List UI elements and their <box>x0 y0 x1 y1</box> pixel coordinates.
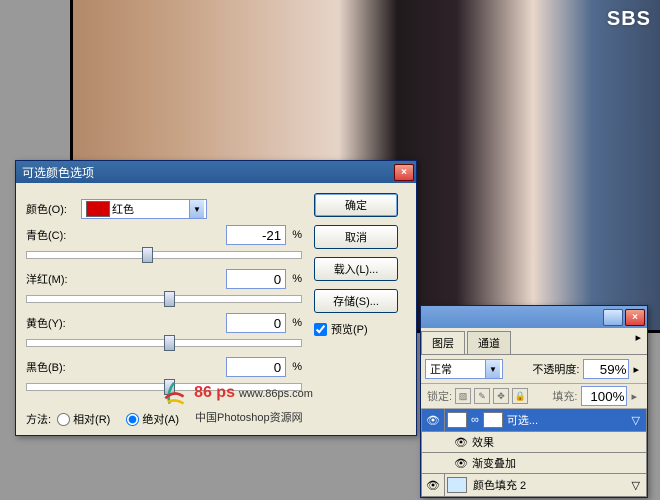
colors-label: 颜色(O): <box>26 201 81 217</box>
effects-label: 效果 <box>472 434 494 450</box>
panel-title <box>427 310 601 324</box>
magenta-label: 洋红(M): <box>26 271 81 287</box>
ok-button[interactable]: 确定 <box>314 193 398 217</box>
link-icon[interactable]: ∞ <box>471 414 479 426</box>
visibility-eye-icon[interactable]: 👁 <box>422 474 445 496</box>
layers-panel: × 图层 通道 ▸ 正常▼ 不透明度: ▸ 锁定: ▨ ✎ ✥ 🔒 填充: ▸ 👁… <box>420 305 648 498</box>
layer-effect-item[interactable]: 👁 渐变叠加 <box>421 453 647 474</box>
chevron-down-icon[interactable]: ▼ <box>485 360 500 378</box>
effect-name: 渐变叠加 <box>472 455 516 471</box>
lock-label: 锁定: <box>427 388 452 404</box>
black-input[interactable] <box>226 357 286 377</box>
panel-titlebar[interactable]: × <box>421 306 647 328</box>
sbs-logo: SBS <box>607 8 651 31</box>
preview-checkbox-input[interactable] <box>314 323 327 336</box>
method-label: 方法: <box>26 411 51 427</box>
close-icon[interactable]: × <box>625 309 645 326</box>
opacity-input[interactable] <box>583 359 629 379</box>
adjustment-layer-icon: ◑ <box>447 412 467 428</box>
fill-label: 填充: <box>552 388 577 404</box>
magenta-slider[interactable] <box>26 295 302 303</box>
cyan-slider[interactable] <box>26 251 302 259</box>
opacity-flyout-icon[interactable]: ▸ <box>629 363 643 376</box>
visibility-eye-icon[interactable]: 👁 <box>422 409 445 431</box>
lock-transparency-icon[interactable]: ▨ <box>455 388 471 404</box>
layer-name[interactable]: 颜色填充 2 <box>473 477 526 493</box>
selective-color-dialog: 可选颜色选项 × 颜色(O): 红色 ▼ 青色(C): % 洋红(M): % 黄… <box>15 160 417 436</box>
color-swatch-icon <box>86 201 110 217</box>
watermark-brand: 86 ps <box>194 384 235 401</box>
magenta-input[interactable] <box>226 269 286 289</box>
visibility-eye-icon[interactable]: 👁 <box>450 432 472 452</box>
visibility-eye-icon[interactable]: 👁 <box>450 453 472 473</box>
chevron-down-icon[interactable]: ▼ <box>189 200 204 218</box>
save-button[interactable]: 存储(S)... <box>314 289 398 313</box>
chevron-down-icon[interactable]: ▽ <box>632 414 640 427</box>
tab-layers[interactable]: 图层 <box>421 331 465 354</box>
layer-list: 👁 ◑ ∞ 可选... ▽ 👁 效果 👁 渐变叠加 👁 颜色填充 2 ▽ <box>421 409 647 497</box>
opacity-label: 不透明度: <box>532 361 579 377</box>
layer-effects-row[interactable]: 👁 效果 <box>421 432 647 453</box>
blend-mode-dropdown[interactable]: 正常▼ <box>425 359 503 379</box>
layer-row[interactable]: 👁 颜色填充 2 ▽ <box>421 474 647 497</box>
tab-channels[interactable]: 通道 <box>467 331 511 354</box>
dialog-title: 可选颜色选项 <box>22 164 392 181</box>
slider-thumb-icon[interactable] <box>164 335 175 351</box>
panel-tabs: 图层 通道 ▸ <box>421 328 647 355</box>
yellow-slider[interactable] <box>26 339 302 347</box>
layer-row[interactable]: 👁 ◑ ∞ 可选... ▽ <box>421 409 647 432</box>
colors-dropdown[interactable]: 红色 ▼ <box>81 199 207 219</box>
lock-all-icon[interactable]: 🔒 <box>512 388 528 404</box>
watermark-url: www.86ps.com <box>239 388 313 400</box>
panel-menu-icon[interactable]: ▸ <box>629 328 647 354</box>
watermark-sub: 中国Photoshop资源网 <box>195 409 313 425</box>
fill-layer-icon <box>447 477 467 493</box>
watermark-logo-icon <box>161 381 187 407</box>
cyan-label: 青色(C): <box>26 227 81 243</box>
layer-name[interactable]: 可选... <box>507 412 538 428</box>
minimize-icon[interactable] <box>603 309 623 326</box>
cyan-input[interactable] <box>226 225 286 245</box>
dialog-titlebar[interactable]: 可选颜色选项 × <box>16 161 416 183</box>
yellow-label: 黄色(Y): <box>26 315 81 331</box>
yellow-input[interactable] <box>226 313 286 333</box>
relative-radio[interactable]: 相对(R) <box>51 411 110 427</box>
lock-position-icon[interactable]: ✥ <box>493 388 509 404</box>
chevron-down-icon[interactable]: ▽ <box>632 479 640 492</box>
fill-input[interactable] <box>581 386 627 406</box>
slider-thumb-icon[interactable] <box>164 291 175 307</box>
slider-thumb-icon[interactable] <box>142 247 153 263</box>
preview-checkbox[interactable]: 预览(P) <box>314 321 406 337</box>
layer-mask-icon[interactable] <box>483 412 503 428</box>
close-icon[interactable]: × <box>394 164 414 181</box>
fill-flyout-icon[interactable]: ▸ <box>627 390 641 403</box>
color-name: 红色 <box>112 201 134 217</box>
black-label: 黑色(B): <box>26 359 81 375</box>
percent-unit: % <box>292 229 302 241</box>
watermark: 86 ps www.86ps.com 中国Photoshop资源网 <box>161 381 313 425</box>
lock-pixels-icon[interactable]: ✎ <box>474 388 490 404</box>
load-button[interactable]: 载入(L)... <box>314 257 398 281</box>
cancel-button[interactable]: 取消 <box>314 225 398 249</box>
